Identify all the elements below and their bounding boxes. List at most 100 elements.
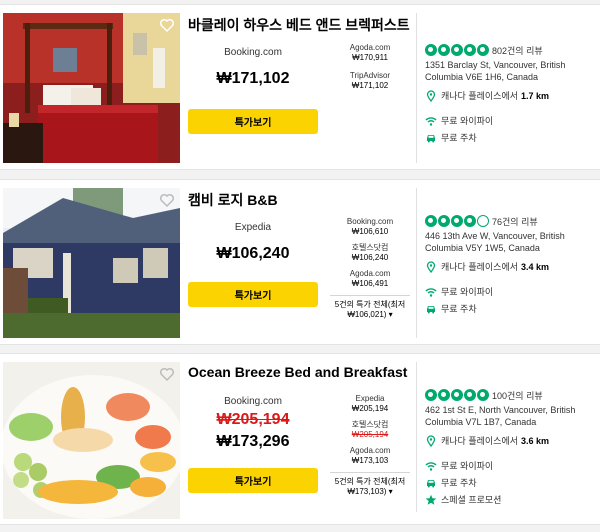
price-option-provider: Agoda.com	[349, 446, 391, 455]
main-price-box: Booking.com ₩205,194 ₩173,296	[188, 386, 318, 451]
view-deal-button[interactable]: 특가보기	[188, 282, 318, 307]
wifi-icon	[425, 287, 437, 297]
amenity-wifi: 무료 와이파이	[425, 459, 600, 472]
address: 446 13th Ave W, Vancouver, British Colum…	[425, 231, 565, 253]
main-price[interactable]: ₩173,296	[188, 433, 318, 451]
rating-bubble	[451, 389, 463, 401]
price-option-provider: Expedia	[355, 394, 385, 403]
rating-bubble	[451, 44, 463, 56]
main-provider[interactable]: Expedia	[188, 222, 318, 233]
all-deals-dropdown[interactable]: 5건의 특가 전체(최저 ₩173,103) ▾	[330, 472, 410, 497]
hotel-name[interactable]: 바클레이 하우스 베드 앤드 브렉퍼스트	[188, 15, 410, 35]
main-price[interactable]: ₩106,240	[188, 245, 318, 263]
amenity-label: 무료 주차	[441, 478, 477, 488]
divider	[416, 13, 417, 163]
main-price[interactable]: ₩171,102	[188, 70, 318, 88]
price-option[interactable]: Agoda.com ₩170,911	[330, 43, 410, 63]
car-icon	[427, 305, 435, 313]
price-option[interactable]: Agoda.com ₩173,103	[330, 446, 410, 466]
view-deal-button[interactable]: 특가보기	[188, 468, 318, 493]
main-price-old: ₩205,194	[216, 411, 290, 428]
distance-value: 3.4 km	[521, 261, 550, 272]
price-option-value: ₩106,240	[351, 253, 389, 262]
review-count[interactable]: 76건의 리뷰	[492, 215, 538, 228]
bedroom-photo	[3, 13, 180, 163]
hotel-photo[interactable]	[3, 362, 180, 519]
location-pin-icon	[426, 89, 436, 102]
hotel-photo[interactable]	[3, 13, 180, 163]
distance-label: 캐나다 플레이스에서	[441, 262, 519, 272]
price-option-provider: Booking.com	[346, 217, 394, 226]
heart-icon[interactable]	[159, 192, 175, 208]
hotel-card-2: 캠비 로지 B&B Expedia ₩106,240 특가보기 Booking.…	[0, 179, 600, 345]
distance-label: 캐나다 플레이스에서	[441, 436, 519, 446]
rating-row[interactable]: 802건의 리뷰	[425, 43, 600, 57]
fruit-plate-photo	[3, 362, 180, 519]
amenity-wifi: 무료 와이파이	[425, 285, 600, 298]
rating-row[interactable]: 76건의 리뷰	[425, 214, 600, 228]
rating-bubble	[425, 44, 437, 56]
price-option[interactable]: Agoda.com ₩106,491	[330, 269, 410, 289]
amenity-parking: 무료 주차	[425, 131, 600, 144]
rating-bubbles	[425, 215, 490, 227]
distance-row: 캐나다 플레이스에서 1.7 km	[425, 89, 600, 102]
price-option-provider: 호텔스닷컴	[351, 420, 389, 429]
location-pin-icon	[426, 260, 436, 273]
rating-bubble	[438, 389, 450, 401]
main-provider[interactable]: Booking.com	[188, 47, 318, 58]
amenity-parking: 무료 주차	[425, 476, 600, 489]
rating-bubble	[425, 389, 437, 401]
main-provider[interactable]: Booking.com	[188, 396, 318, 407]
hotel-card-1: 바클레이 하우스 베드 앤드 브렉퍼스트 Booking.com ₩171,10…	[0, 4, 600, 170]
address: 1351 Barclay St, Vancouver, British Colu…	[425, 60, 566, 82]
price-option[interactable]: TripAdvisor ₩171,102	[330, 71, 410, 91]
amenity-label: 무료 주차	[441, 304, 477, 314]
rating-bubble	[477, 215, 489, 227]
price-option[interactable]: Expedia ₩205,194	[330, 394, 410, 414]
car-icon	[427, 134, 435, 142]
house-photo	[3, 188, 180, 338]
price-option[interactable]: 호텔스닷컴 ₩106,240	[330, 243, 410, 263]
location-pin-icon	[426, 434, 436, 447]
heart-icon[interactable]	[159, 17, 175, 33]
rating-row[interactable]: 100건의 리뷰	[425, 388, 600, 402]
hotel-info: 100건의 리뷰 462 1st St E, North Vancouver, …	[425, 388, 600, 506]
price-option-provider: Agoda.com	[349, 269, 391, 278]
all-deals-dropdown[interactable]: 5건의 특가 전체(최저 ₩106,021) ▾	[330, 295, 410, 320]
review-count[interactable]: 802건의 리뷰	[492, 44, 543, 57]
amenity-label: 무료 와이파이	[441, 287, 494, 297]
amenity-label: 무료 와이파이	[441, 461, 494, 471]
star-icon	[425, 494, 437, 505]
main-price-box: Booking.com ₩171,102	[188, 37, 318, 88]
rating-bubble	[451, 215, 463, 227]
address: 462 1st St E, North Vancouver, British C…	[425, 405, 576, 427]
price-option-value: ₩205,194	[351, 404, 389, 413]
amenity-special-promotion: 스페셜 프로모션	[425, 493, 600, 506]
distance-label: 캐나다 플레이스에서	[441, 91, 519, 101]
rating-bubble	[464, 215, 476, 227]
hotel-name[interactable]: 캠비 로지 B&B	[188, 190, 278, 210]
amenity-label: 무료 주차	[441, 133, 477, 143]
divider	[416, 362, 417, 512]
price-option-provider: Agoda.com	[349, 43, 391, 52]
price-option-value: ₩173,103	[351, 456, 389, 465]
amenity-label: 스페셜 프로모션	[441, 495, 502, 505]
rating-bubble	[464, 44, 476, 56]
price-option[interactable]: 호텔스닷컴 ₩205,194	[330, 420, 410, 440]
amenity-parking: 무료 주차	[425, 302, 600, 315]
distance-row: 캐나다 플레이스에서 3.4 km	[425, 260, 600, 273]
view-deal-button[interactable]: 특가보기	[188, 109, 318, 134]
hotel-card-3: Ocean Breeze Bed and Breakfast Booking.c…	[0, 353, 600, 525]
rating-bubble	[438, 215, 450, 227]
hotel-info: 76건의 리뷰 446 13th Ave W, Vancouver, Briti…	[425, 214, 600, 315]
amenity-label: 무료 와이파이	[441, 116, 494, 126]
review-count[interactable]: 100건의 리뷰	[492, 389, 543, 402]
main-price-box: Expedia ₩106,240	[188, 212, 318, 263]
amenity-wifi: 무료 와이파이	[425, 114, 600, 127]
hotel-photo[interactable]	[3, 188, 180, 338]
rating-bubble	[464, 389, 476, 401]
hotel-name[interactable]: Ocean Breeze Bed and Breakfast	[188, 364, 407, 380]
price-option-provider: 호텔스닷컴	[351, 243, 389, 252]
heart-icon[interactable]	[159, 366, 175, 382]
price-option[interactable]: Booking.com ₩106,610	[330, 217, 410, 237]
